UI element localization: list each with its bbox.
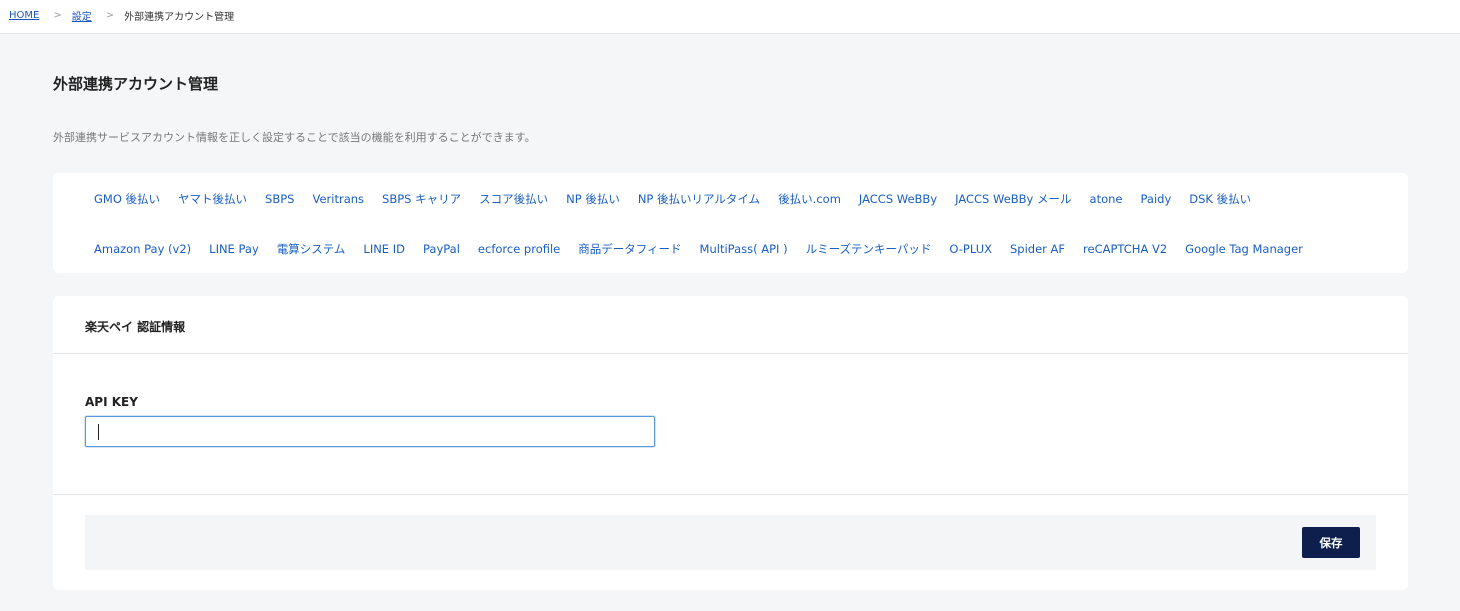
service-nav-link[interactable]: SBPS キャリア [382,192,461,206]
service-nav-link[interactable]: LINE Pay [209,242,259,256]
breadcrumb-settings-link[interactable]: 設定 [72,8,92,23]
service-nav-link[interactable]: ecforce profile [478,242,560,256]
api-key-label: API KEY [85,395,138,409]
service-nav-link[interactable]: NP 後払いリアルタイム [638,192,760,206]
breadcrumb: HOME > 設定 > 外部連携アカウント管理 [9,8,234,23]
service-nav-link[interactable]: ルミーズテンキーパッド [806,242,932,256]
service-nav-link[interactable]: JACCS WeBBy [859,192,937,206]
breadcrumb-home-link[interactable]: HOME [9,10,39,21]
breadcrumb-separator: > [53,10,62,21]
service-nav-link[interactable]: NP 後払い [566,192,620,206]
service-nav-link[interactable]: Paidy [1141,192,1172,206]
action-bar: 保存 [85,515,1376,570]
service-nav-link[interactable]: LINE ID [363,242,405,256]
api-key-input[interactable] [85,416,655,447]
text-caret [98,424,99,440]
divider [53,353,1408,354]
service-nav-link[interactable]: MultiPass( API ) [700,242,788,256]
service-nav-link[interactable]: ヤマト後払い [178,192,247,206]
top-bar: HOME > 設定 > 外部連携アカウント管理 [0,0,1460,34]
service-nav-link[interactable]: SBPS [265,192,294,206]
service-nav-link[interactable]: Veritrans [312,192,364,206]
card-title: 楽天ペイ 認証情報 [85,320,186,334]
service-nav-row: GMO 後払い ヤマト後払い SBPS Veritrans SBPS キャリア スコア後払… [94,192,1269,206]
page-title: 外部連携アカウント管理 [53,75,219,93]
service-nav-link[interactable]: Amazon Pay (v2) [94,242,191,256]
service-nav-card: GMO 後払い ヤマト後払い SBPS Veritrans SBPS キャリア スコア後払… [53,173,1408,273]
service-nav-link[interactable]: 商品データフィード [578,242,681,256]
breadcrumb-separator: > [105,10,115,21]
service-nav-link[interactable]: 電算システム [277,242,346,256]
service-nav-link[interactable]: Google Tag Manager [1185,242,1303,256]
service-nav-link[interactable]: PayPal [423,242,460,256]
breadcrumb-current: 外部連携アカウント管理 [124,12,235,23]
service-nav-link[interactable]: Spider AF [1010,242,1065,256]
service-nav-link[interactable]: 後払い.com [778,192,841,206]
service-nav-link[interactable]: reCAPTCHA V2 [1083,242,1167,256]
service-nav-row: Amazon Pay (v2) LINE Pay 電算システム LINE ID PayP… [94,242,1321,256]
save-button[interactable]: 保存 [1302,527,1360,558]
page-description: 外部連携サービスアカウント情報を正しく設定することで該当の機能を利用することがで… [53,131,536,144]
service-nav-link[interactable]: DSK 後払い [1189,192,1251,206]
divider [53,494,1408,495]
rakuten-pay-credentials-card: 楽天ペイ 認証情報 API KEY 保存 [53,296,1408,590]
service-nav-link[interactable]: O-PLUX [949,242,992,256]
service-nav-link[interactable]: JACCS WeBBy メール [955,192,1071,206]
service-nav-link[interactable]: スコア後払い [479,192,548,206]
service-nav-link[interactable]: atone [1090,192,1123,206]
service-nav-link[interactable]: GMO 後払い [94,192,160,206]
